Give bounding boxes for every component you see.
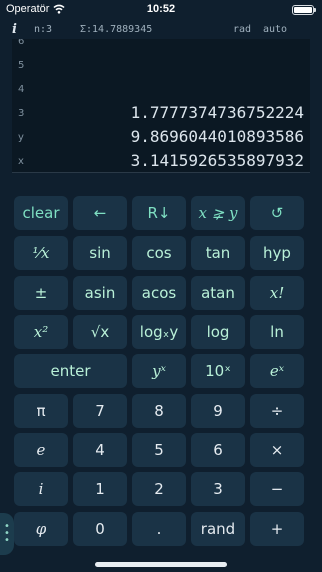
ln-button[interactable]: ln [250, 315, 304, 349]
stack-label: 5 [18, 60, 25, 71]
stack-value[interactable]: 1.7777374736752224 [131, 101, 304, 125]
minus-button[interactable]: − [250, 472, 304, 506]
status-time: 10:52 [146, 3, 176, 15]
log-button[interactable]: log [191, 315, 245, 349]
exp-button[interactable]: eˣ [250, 354, 304, 388]
swap-xy-button[interactable]: x ⪈ y [191, 196, 245, 230]
plus-button[interactable]: + [250, 512, 304, 546]
digit-0-button[interactable]: 0 [73, 512, 127, 546]
pi-button[interactable]: π [14, 394, 68, 428]
log-xy-button[interactable]: logₓy [132, 315, 186, 349]
hyp-button[interactable]: hyp [250, 236, 304, 270]
stack-label: 6 [18, 39, 25, 47]
stack-display: 6 5 4 3 1.7777374736752224 y 9.869604401… [12, 39, 310, 173]
sin-button[interactable]: sin [73, 236, 127, 270]
stack-value[interactable]: 3.1415926535897932 [131, 149, 304, 172]
backspace-button[interactable]: ← [73, 196, 127, 230]
euler-button[interactable]: e [14, 433, 68, 467]
digit-9-button[interactable]: 9 [191, 394, 245, 428]
atan-button[interactable]: atan [191, 276, 245, 310]
negate-button[interactable]: ± [14, 276, 68, 310]
stack-label: 4 [18, 84, 25, 95]
power-button[interactable]: yˣ [132, 354, 186, 388]
stack-row: 5 [12, 53, 310, 77]
stack-value[interactable]: 9.8696044010893586 [131, 125, 304, 149]
sqrt-button[interactable]: √x [73, 315, 127, 349]
home-indicator [95, 562, 227, 567]
digit-4-button[interactable]: 4 [73, 433, 127, 467]
stack-row: 6 [12, 39, 310, 53]
multiply-button[interactable]: × [250, 433, 304, 467]
decimal-button[interactable]: . [132, 512, 186, 546]
tan-button[interactable]: tan [191, 236, 245, 270]
digit-2-button[interactable]: 2 [132, 472, 186, 506]
more-icon: • • • [4, 521, 10, 546]
reciprocal-button[interactable]: ¹⁄x [14, 236, 68, 270]
battery-icon [292, 5, 316, 15]
divide-button[interactable]: ÷ [250, 394, 304, 428]
digit-1-button[interactable]: 1 [73, 472, 127, 506]
factorial-button[interactable]: x! [250, 276, 304, 310]
ten-power-button[interactable]: 10ˣ [191, 354, 245, 388]
info-bar: i n:3 Σ:14.7889345 rad auto [12, 22, 310, 38]
roll-down-button[interactable]: R↓ [132, 196, 186, 230]
digit-8-button[interactable]: 8 [132, 394, 186, 428]
angle-mode[interactable]: rad [233, 24, 251, 35]
enter-button[interactable]: enter [14, 354, 127, 388]
digit-5-button[interactable]: 5 [132, 433, 186, 467]
rand-button[interactable]: rand [191, 512, 245, 546]
stack-row: 3 1.7777374736752224 [12, 101, 310, 125]
cos-button[interactable]: cos [132, 236, 186, 270]
imaginary-button[interactable]: i [14, 472, 68, 506]
stack-row: 4 [12, 77, 310, 101]
digit-3-button[interactable]: 3 [191, 472, 245, 506]
asin-button[interactable]: asin [73, 276, 127, 310]
acos-button[interactable]: acos [132, 276, 186, 310]
stack-count: n:3 [34, 24, 53, 35]
phi-button[interactable]: φ [14, 512, 68, 546]
digit-6-button[interactable]: 6 [191, 433, 245, 467]
undo-button[interactable]: ↺ [250, 196, 304, 230]
stack-sum: Σ:14.7889345 [80, 24, 153, 35]
stack-row: x 3.1415926535897932 [12, 149, 310, 172]
info-icon[interactable]: i [12, 22, 17, 38]
display-mode[interactable]: auto [263, 24, 287, 35]
side-drawer-handle[interactable]: • • • [0, 513, 14, 555]
stack-row: y 9.8696044010893586 [12, 125, 310, 149]
digit-7-button[interactable]: 7 [73, 394, 127, 428]
clear-button[interactable]: clear [14, 196, 68, 230]
stack-label: y [18, 132, 24, 143]
stack-label: x [18, 156, 24, 167]
stack-label: 3 [18, 108, 25, 119]
status-bar: Operatör 10:52 [0, 0, 322, 20]
square-button[interactable]: x² [14, 315, 68, 349]
